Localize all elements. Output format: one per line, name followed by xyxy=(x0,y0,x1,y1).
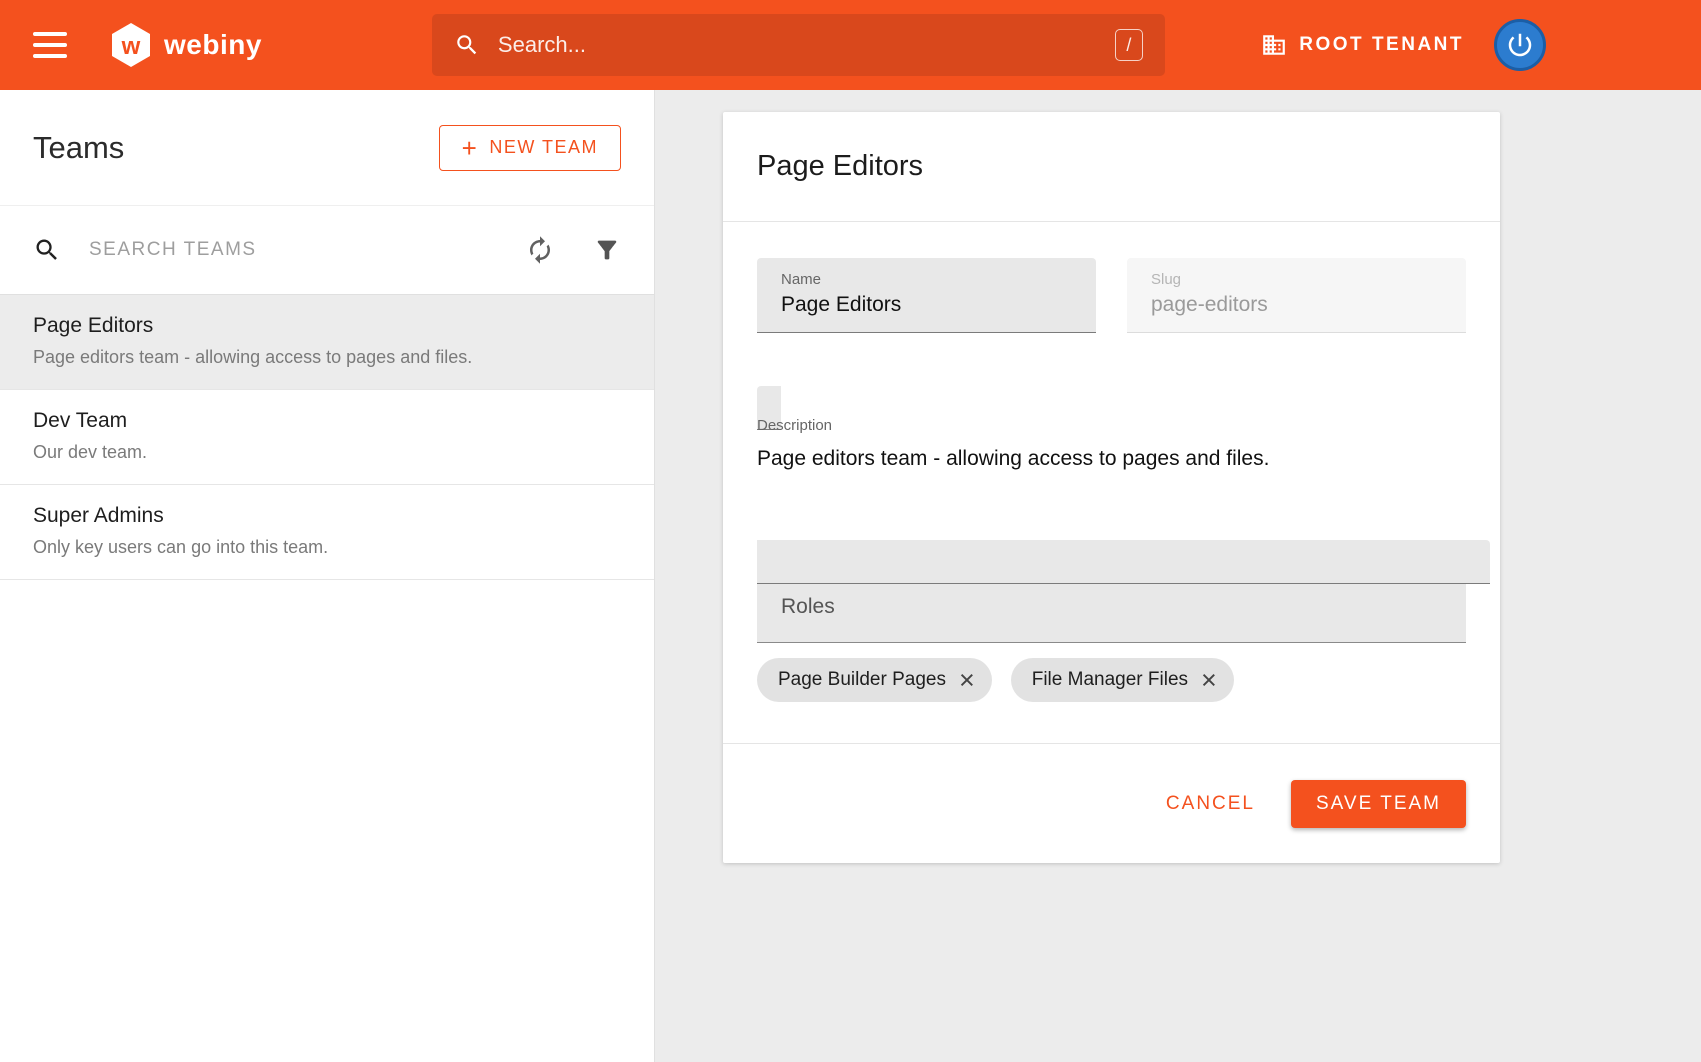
teams-list-panel: Teams + NEW TEAM Pa xyxy=(0,90,655,1062)
chip-label: File Manager Files xyxy=(1032,669,1188,691)
power-icon xyxy=(1505,30,1535,60)
team-description: Our dev team. xyxy=(33,442,621,463)
filter-icon xyxy=(593,236,621,264)
slash-shortcut-badge: / xyxy=(1115,29,1143,61)
plus-icon: + xyxy=(462,135,479,161)
slug-field-label: Slug xyxy=(1151,271,1442,288)
slug-field: Slug xyxy=(1127,258,1466,333)
role-chip-file-manager-files: File Manager Files × xyxy=(1011,658,1234,702)
global-search-bar: / xyxy=(432,14,1165,76)
global-search-input[interactable] xyxy=(498,32,1115,58)
team-name: Page Editors xyxy=(33,314,621,338)
tenant-selector[interactable]: ROOT TENANT xyxy=(1261,32,1464,58)
description-field-label: Description xyxy=(757,417,1466,434)
teams-search-input[interactable] xyxy=(89,239,525,261)
team-name: Dev Team xyxy=(33,409,621,433)
search-icon xyxy=(454,32,480,58)
team-list: Page Editors Page editors team - allowin… xyxy=(0,295,654,580)
close-icon[interactable]: × xyxy=(959,667,975,694)
name-input[interactable] xyxy=(781,293,1072,317)
main-layout: Teams + NEW TEAM Pa xyxy=(0,90,1701,1062)
chip-label: Page Builder Pages xyxy=(778,669,946,691)
teams-header: Teams + NEW TEAM xyxy=(0,90,654,205)
close-icon[interactable]: × xyxy=(1201,667,1217,694)
logo-wordmark: webiny xyxy=(164,29,262,61)
team-form-card: Page Editors Name Slug Description Page … xyxy=(723,112,1500,863)
role-chip-page-builder-pages: Page Builder Pages × xyxy=(757,658,992,702)
name-slug-row: Name Slug xyxy=(757,258,1466,333)
roles-select-label: Roles xyxy=(781,595,835,619)
roles-chips: Page Builder Pages × File Manager Files … xyxy=(757,658,1466,702)
page-title: Teams xyxy=(33,130,124,166)
team-details-panel: Page Editors Name Slug Description Page … xyxy=(655,90,1701,1062)
topbar: w webiny / ROOT TENANT xyxy=(0,0,1701,90)
card-title-row: Page Editors xyxy=(723,112,1500,222)
card-footer: CANCEL SAVE TEAM xyxy=(723,743,1500,863)
name-field-label: Name xyxy=(781,271,1072,288)
team-form-body: Name Slug Description Page editors team … xyxy=(723,222,1500,743)
team-list-item-dev-team[interactable]: Dev Team Our dev team. xyxy=(0,390,654,485)
cancel-button[interactable]: CANCEL xyxy=(1166,793,1255,815)
team-description: Only key users can go into this team. xyxy=(33,537,621,558)
slug-input xyxy=(1151,293,1442,317)
teams-search-row xyxy=(0,205,654,295)
team-description: Page editors team - allowing access to p… xyxy=(33,347,621,368)
team-list-item-page-editors[interactable]: Page Editors Page editors team - allowin… xyxy=(0,295,654,390)
description-field: Description Page editors team - allowing… xyxy=(757,386,1490,584)
team-name: Super Admins xyxy=(33,504,621,528)
search-icon xyxy=(33,236,61,264)
new-team-button[interactable]: + NEW TEAM xyxy=(439,125,621,171)
team-list-item-super-admins[interactable]: Super Admins Only key users can go into … xyxy=(0,485,654,580)
save-team-button[interactable]: SAVE TEAM xyxy=(1291,780,1466,828)
description-textarea[interactable]: Page editors team - allowing access to p… xyxy=(757,444,1466,566)
team-form-title: Page Editors xyxy=(757,150,923,183)
tenant-label: ROOT TENANT xyxy=(1299,34,1464,56)
filter-button[interactable] xyxy=(593,236,621,264)
new-team-button-label: NEW TEAM xyxy=(489,137,598,158)
building-icon xyxy=(1261,32,1287,58)
refresh-button[interactable] xyxy=(525,235,555,265)
webiny-logo[interactable]: w webiny xyxy=(111,22,262,68)
topbar-right: ROOT TENANT xyxy=(1261,19,1546,71)
hamburger-menu-icon[interactable] xyxy=(33,32,67,58)
user-avatar[interactable] xyxy=(1494,19,1546,71)
refresh-icon xyxy=(525,235,555,265)
svg-text:w: w xyxy=(121,33,141,60)
webiny-hexagon-icon: w xyxy=(111,22,151,68)
name-field: Name xyxy=(757,258,1096,333)
